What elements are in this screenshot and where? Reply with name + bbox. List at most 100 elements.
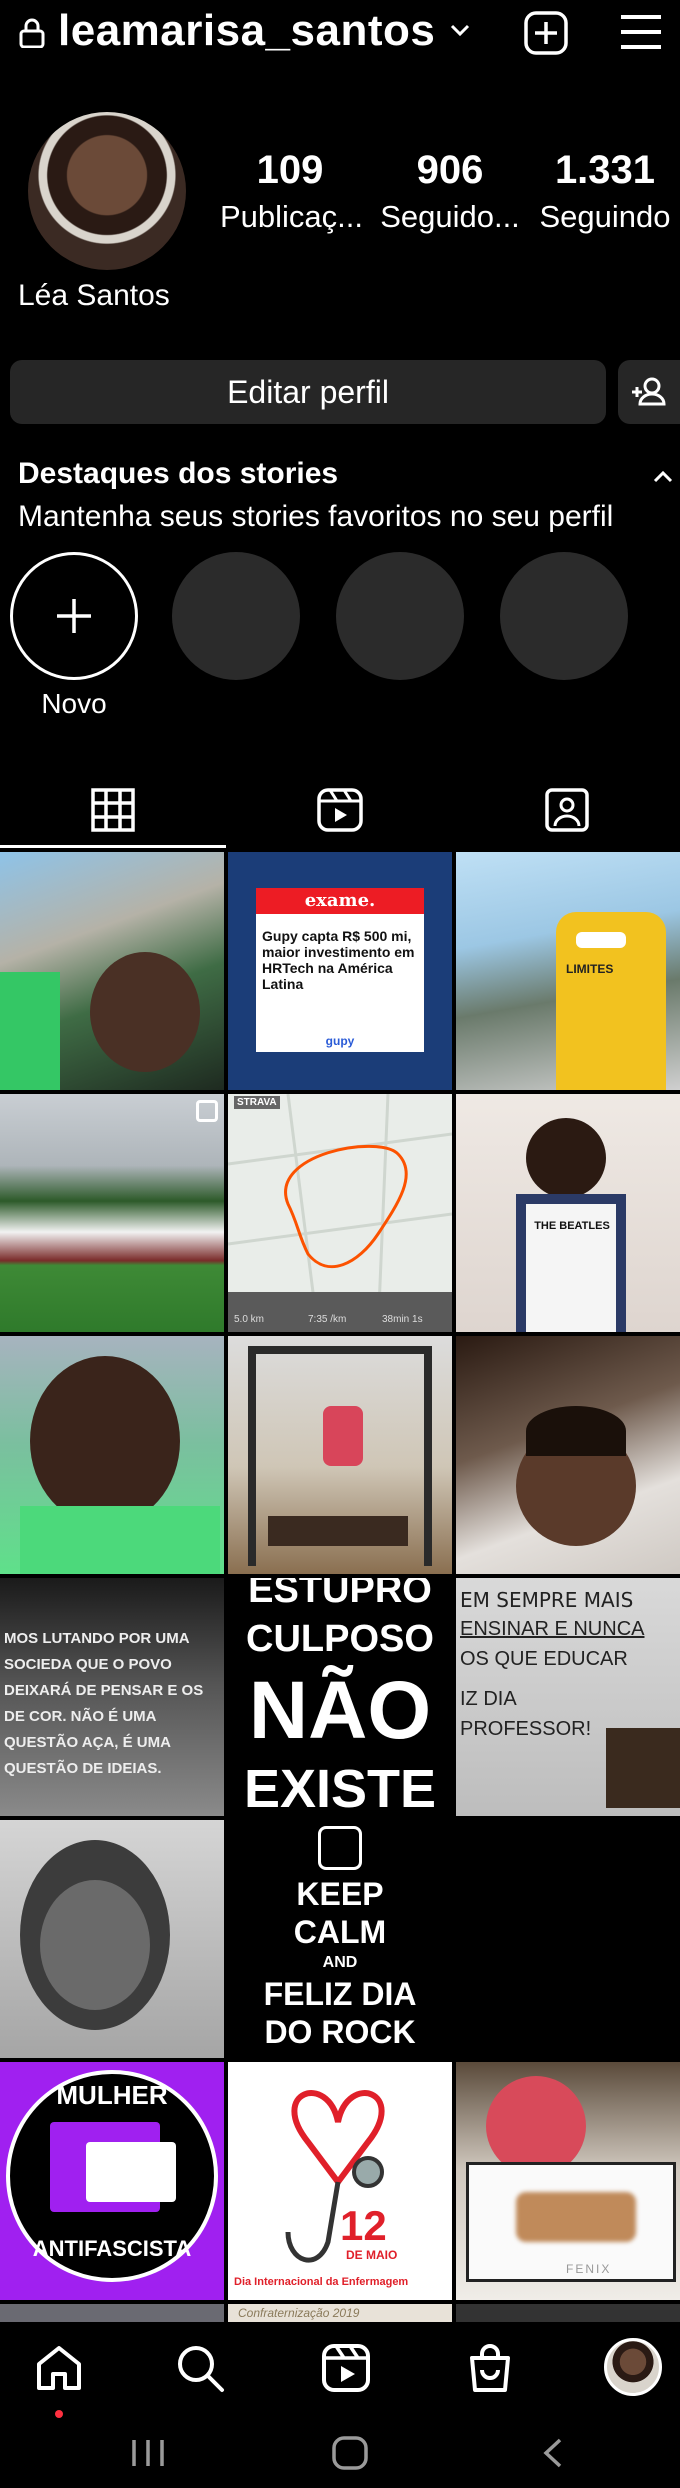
edit-profile-button[interactable]: Editar perfil <box>10 360 606 424</box>
new-highlight-label: Novo <box>41 688 107 719</box>
post-thumbnail[interactable]: Confraternização 2019 <box>228 2304 452 2324</box>
strava-pace: 7:35 /km <box>308 1314 347 1325</box>
post-thumbnail[interactable] <box>0 852 224 1090</box>
keepcalm-line4: FELIZ DIA <box>263 1976 417 2012</box>
home-icon[interactable] <box>31 2340 87 2396</box>
highlights-title: Destaques dos stories <box>18 457 339 490</box>
post-thumbnail[interactable]: FENIX <box>456 2062 680 2300</box>
highlight-placeholder <box>336 552 464 680</box>
fenix-logo: FENIX <box>566 2262 612 2276</box>
post-thumbnail[interactable]: LIMITES <box>456 852 680 1090</box>
reels-icon[interactable] <box>318 2340 374 2396</box>
post-thumbnail[interactable]: THE BEATLES <box>456 1094 680 1332</box>
add-square-icon[interactable] <box>523 10 569 56</box>
partial-caption: Confraternização 2019 <box>238 2306 360 2320</box>
menu-icon[interactable] <box>618 12 664 52</box>
post-thumbnail[interactable]: MULHER ANTIFASCISTA <box>0 2062 224 2300</box>
keepcalm-line3: AND <box>322 1954 358 1971</box>
profile-avatar[interactable] <box>28 112 186 270</box>
teacher-line1: EM SEMPRE MAIS <box>460 1588 634 1612</box>
teacher-line2: ENSINAR E NUNCA <box>460 1618 645 1640</box>
teacher-line3: OS QUE EDUCAR <box>460 1648 628 1670</box>
shop-icon[interactable] <box>462 2340 518 2396</box>
post-thumbnail[interactable]: exame. Gupy capta R$ 500 mi, maior inves… <box>228 852 452 1090</box>
profile-header: leamarisa_santos <box>0 0 680 64</box>
post-thumbnail[interactable] <box>0 1820 224 2058</box>
mulher-text: MULHER <box>56 2080 168 2110</box>
post-thumbnail[interactable] <box>456 2304 680 2324</box>
post-thumbnail[interactable]: STRAVA 5.0 km 7:35 /km 38min 1s <box>228 1094 452 1332</box>
stat-posts[interactable]: 109 Publicaç... <box>220 148 364 235</box>
new-highlight-button[interactable] <box>10 552 138 680</box>
stat-following[interactable]: 1.331 Seguindo <box>530 148 680 235</box>
estupro-line1: ESTUPRO <box>248 1578 432 1611</box>
add-person-icon <box>632 377 666 406</box>
keepcalm-line5: DO ROCK <box>264 2014 416 2050</box>
notification-dot <box>55 2410 63 2418</box>
recent-apps-icon[interactable] <box>128 2436 168 2470</box>
gupy-logo: gupy <box>325 1034 355 1048</box>
tab-posts-grid[interactable] <box>0 770 226 850</box>
stethoscope-heart <box>285 2090 385 2263</box>
highlight-placeholder <box>172 552 300 680</box>
post-thumbnail[interactable] <box>228 1336 452 1574</box>
chevron-down-icon[interactable] <box>448 18 472 42</box>
quote-text: MOS LUTANDO POR UMA SOCIEDA QUE O POVO D… <box>4 1630 204 1777</box>
highlights-subtitle: Mantenha seus stories favoritos no seu p… <box>18 500 614 533</box>
stat-following-value: 1.331 <box>554 148 656 192</box>
rock-hand-icon <box>318 1826 362 1870</box>
keepcalm-line2: CALM <box>293 1914 387 1950</box>
stat-followers-value: 906 <box>416 148 484 192</box>
search-icon[interactable] <box>172 2340 228 2396</box>
post-thumbnail[interactable] <box>456 1336 680 1574</box>
post-thumbnail[interactable]: 12 DE MAIO Dia Internacional da Enfermag… <box>228 2062 452 2300</box>
tab-reels[interactable] <box>226 770 452 850</box>
tab-tagged[interactable] <box>454 770 680 850</box>
stat-posts-label: Publicaç... <box>220 199 364 234</box>
display-name: Léa Santos <box>18 279 170 312</box>
teacher-line4: IZ DIA <box>460 1688 517 1710</box>
home-button-icon[interactable] <box>330 2434 370 2472</box>
plus-icon <box>57 599 91 633</box>
nursing-month: DE MAIO <box>346 2248 398 2262</box>
estupro-line2: CULPOSO <box>246 1618 434 1660</box>
post-thumbnail[interactable]: EM SEMPRE MAIS ENSINAR E NUNCA OS QUE ED… <box>456 1578 680 1816</box>
bottom-navigation <box>0 2322 680 2418</box>
system-navigation <box>0 2418 680 2488</box>
stat-followers[interactable]: 906 Seguido... <box>380 148 520 235</box>
reels-icon <box>317 788 363 832</box>
post-thumbnail[interactable] <box>0 2304 224 2324</box>
chevron-up-icon[interactable] <box>652 466 674 488</box>
teacher-line5: PROFESSOR! <box>460 1718 592 1740</box>
exame-headline: Gupy capta R$ 500 mi, maior investimento… <box>262 928 415 992</box>
carousel-icon <box>196 1100 218 1122</box>
post-thumbnail[interactable]: KEEP CALM AND FELIZ DIA DO ROCK <box>228 1820 452 2058</box>
estupro-line3: NÃO <box>248 1665 432 1756</box>
profile-avatar[interactable] <box>604 2338 662 2396</box>
nursing-caption: Dia Internacional da Enfermagem <box>234 2276 409 2288</box>
highlight-placeholder <box>500 552 628 680</box>
post-thumbnail[interactable] <box>0 1336 224 1574</box>
strava-distance: 5.0 km <box>234 1314 265 1325</box>
tagged-icon <box>545 788 589 832</box>
estupro-line4: EXISTE <box>243 1759 437 1816</box>
grid-icon <box>91 788 135 832</box>
post-thumbnail[interactable]: MOS LUTANDO POR UMA SOCIEDA QUE O POVO D… <box>0 1578 224 1816</box>
exame-logo: exame. <box>256 888 424 914</box>
post-thumbnail[interactable] <box>0 1094 224 1332</box>
post-thumbnail[interactable]: ESTUPRO CULPOSO NÃO EXISTE <box>228 1578 452 1816</box>
active-tab-indicator <box>0 845 226 848</box>
stat-followers-label: Seguido... <box>380 199 520 234</box>
discover-people-button[interactable] <box>618 360 680 424</box>
tshirt-text: THE BEATLES <box>534 1220 610 1232</box>
stat-posts-value: 109 <box>256 148 324 192</box>
keepcalm-line1: KEEP <box>296 1876 384 1912</box>
lock-icon <box>19 18 45 48</box>
strava-time: 38min 1s <box>382 1314 423 1325</box>
username[interactable]: leamarisa_santos <box>58 6 435 56</box>
post-thumbnail[interactable] <box>456 1820 680 2058</box>
shirt-print: LIMITES <box>566 962 614 976</box>
stat-following-label: Seguindo <box>539 199 671 234</box>
back-icon[interactable] <box>538 2434 568 2472</box>
nursing-day-number: 12 <box>340 2202 387 2249</box>
